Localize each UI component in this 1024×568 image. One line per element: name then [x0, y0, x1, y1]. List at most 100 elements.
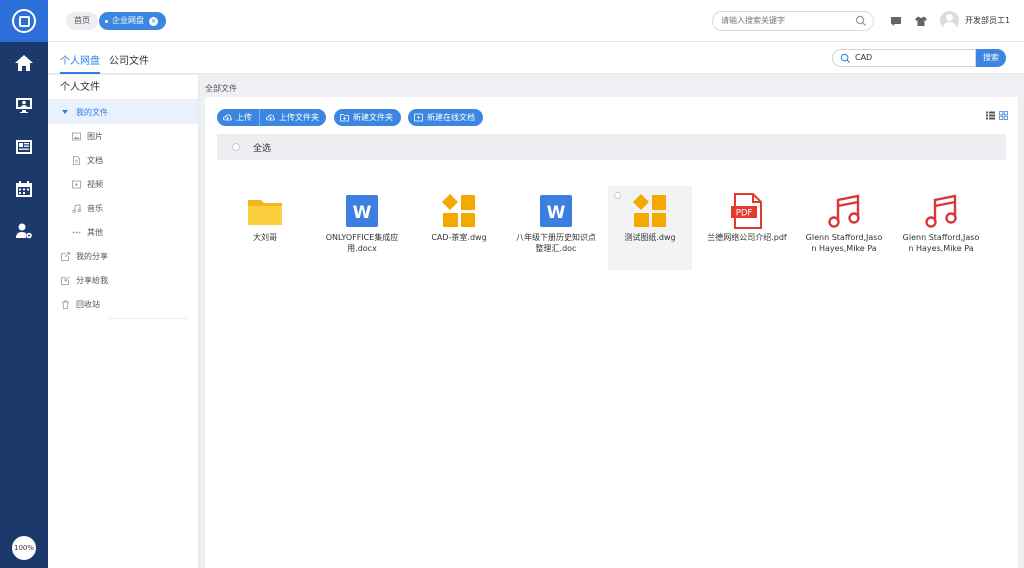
- main-area: 全部文件 上传 上传文件夹 新建文件夹 新建在线文档 全选 大刘哥 W ONLY…: [200, 75, 1024, 568]
- file-item[interactable]: 大刘哥: [223, 186, 307, 270]
- file-name: 兰德网络公司介绍.pdf: [707, 233, 787, 242]
- left-rail: 100%: [0, 0, 48, 568]
- active-dot: [105, 19, 108, 23]
- grid-view-icon[interactable]: [999, 111, 1008, 120]
- cloud-upload-icon: [223, 114, 232, 121]
- search-button[interactable]: 搜索: [976, 49, 1006, 67]
- list-view-icon[interactable]: [986, 111, 995, 120]
- tree-item-other[interactable]: 其他: [48, 220, 198, 244]
- file-name: Glenn Stafford,Jason Hayes,Mike Pa: [805, 233, 883, 253]
- divider: [108, 318, 188, 319]
- file-item[interactable]: Glenn Stafford,Jason Hayes,Mike Pa: [802, 186, 886, 270]
- tree-item-label: 视频: [87, 179, 103, 189]
- monitor-user-icon[interactable]: [0, 84, 48, 126]
- file-name: ONLYOFFICE集成应用.docx: [325, 233, 399, 253]
- dwg-file-icon: [442, 194, 475, 227]
- music-file-icon: [828, 194, 860, 228]
- main-breadcrumb[interactable]: 全部文件: [205, 83, 237, 94]
- message-icon[interactable]: [889, 14, 903, 28]
- tab-company-files[interactable]: 公司文件: [109, 52, 149, 74]
- upload-folder-label: 上传文件夹: [279, 113, 319, 122]
- new-folder-button[interactable]: 新建文件夹: [334, 109, 401, 126]
- global-search-input[interactable]: [721, 16, 851, 25]
- file-search[interactable]: [832, 49, 976, 67]
- file-item[interactable]: PDF 兰德网络公司介绍.pdf: [705, 186, 789, 270]
- tree-item-label: 文档: [87, 155, 103, 165]
- file-tree: 个人文件 我的文件 图片 文档 视频 音乐 其他 我的分享 分享给我 回收站: [48, 75, 199, 568]
- avatar[interactable]: [940, 11, 959, 30]
- select-all-label[interactable]: 全选: [253, 141, 271, 154]
- tree-item-my-shares[interactable]: 我的分享: [48, 244, 198, 268]
- upload-label: 上传: [236, 113, 252, 122]
- new-online-doc-button[interactable]: 新建在线文档: [408, 109, 483, 126]
- tree-item-videos[interactable]: 视频: [48, 172, 198, 196]
- pdf-file-icon: PDF: [731, 193, 762, 229]
- file-item[interactable]: 测试图纸.dwg: [608, 186, 692, 270]
- file-item[interactable]: CAD-茶室.dwg: [417, 186, 501, 270]
- upload-button-group: 上传 上传文件夹: [217, 109, 326, 126]
- tree-item-label: 其他: [87, 227, 103, 237]
- app-logo[interactable]: [0, 0, 48, 42]
- tree-item-recycle-bin[interactable]: 回收站: [48, 292, 198, 316]
- tree-item-shared-with-me[interactable]: 分享给我: [48, 268, 198, 292]
- music-icon: [72, 203, 81, 213]
- tree-item-label: 我的文件: [76, 107, 108, 117]
- file-panel: 上传 上传文件夹 新建文件夹 新建在线文档 全选 大刘哥 W ONLYOFFIC…: [205, 97, 1018, 568]
- tree-item-music[interactable]: 音乐: [48, 196, 198, 220]
- tab-bar: 个人网盘 公司文件 搜索: [48, 42, 1024, 74]
- news-icon[interactable]: [0, 126, 48, 168]
- user-settings-icon[interactable]: [0, 210, 48, 252]
- tab-personal-disk[interactable]: 个人网盘: [60, 52, 100, 74]
- trash-icon: [62, 300, 69, 309]
- select-all-bar: 全选: [217, 134, 1006, 160]
- dwg-file-icon: [633, 194, 666, 227]
- file-name: 测试图纸.dwg: [624, 233, 676, 242]
- global-search[interactable]: [712, 11, 874, 31]
- search-icon: [840, 53, 851, 64]
- tree-item-images[interactable]: 图片: [48, 124, 198, 148]
- expand-triangle-icon[interactable]: [62, 110, 68, 114]
- word-doc-icon: W: [346, 195, 378, 227]
- file-search-input[interactable]: [855, 53, 965, 62]
- file-checkbox[interactable]: [614, 192, 621, 199]
- username[interactable]: 开发部员工1: [965, 15, 1010, 26]
- tree-item-label: 图片: [87, 131, 103, 141]
- tree-item-my-files[interactable]: 我的文件: [48, 100, 198, 124]
- crumb-home[interactable]: 首页: [66, 12, 98, 30]
- search-icon[interactable]: [855, 15, 867, 27]
- crumb-tab-label: 企业网盘: [112, 16, 144, 25]
- crumb-tab-enterprise-disk[interactable]: 企业网盘 ×: [99, 12, 166, 30]
- svg-text:PDF: PDF: [736, 209, 753, 219]
- tree-title: 个人文件: [48, 75, 198, 100]
- tree-item-label: 分享给我: [76, 275, 108, 285]
- tree-item-documents[interactable]: 文档: [48, 148, 198, 172]
- tree-item-label: 我的分享: [76, 251, 108, 261]
- upload-folder-button[interactable]: 上传文件夹: [259, 109, 326, 126]
- file-name: 大刘哥: [253, 233, 277, 242]
- document-icon: [73, 155, 80, 165]
- zoom-level[interactable]: 100%: [12, 536, 36, 560]
- file-name: Glenn Stafford,Jason Hayes,Mike Pa: [902, 233, 980, 253]
- file-name: 八年级下册历史知识点整理汇.doc: [516, 233, 596, 253]
- new-folder-label: 新建文件夹: [353, 113, 393, 122]
- file-name: CAD-茶室.dwg: [431, 233, 487, 242]
- tree-item-label: 音乐: [87, 203, 103, 213]
- view-toggle: [986, 111, 1008, 120]
- shirt-icon[interactable]: [914, 14, 928, 28]
- more-icon: [72, 231, 81, 233]
- svg-text:W: W: [547, 203, 566, 223]
- file-item[interactable]: Glenn Stafford,Jason Hayes,Mike Pa: [899, 186, 983, 270]
- calendar-icon[interactable]: [0, 168, 48, 210]
- select-all-checkbox[interactable]: [232, 143, 240, 151]
- top-header: 首页 企业网盘 × 开发部员工1: [48, 0, 1024, 42]
- new-folder-icon: [340, 114, 349, 122]
- home-icon[interactable]: [0, 42, 48, 84]
- file-item[interactable]: W 八年级下册历史知识点整理汇.doc: [514, 186, 598, 270]
- tree-item-label: 回收站: [76, 299, 100, 309]
- word-doc-icon: W: [540, 195, 572, 227]
- new-doc-icon: [414, 113, 423, 122]
- file-item[interactable]: W ONLYOFFICE集成应用.docx: [320, 186, 404, 270]
- upload-button[interactable]: 上传: [217, 109, 259, 126]
- folder-icon: [248, 200, 282, 225]
- close-icon[interactable]: ×: [149, 16, 158, 26]
